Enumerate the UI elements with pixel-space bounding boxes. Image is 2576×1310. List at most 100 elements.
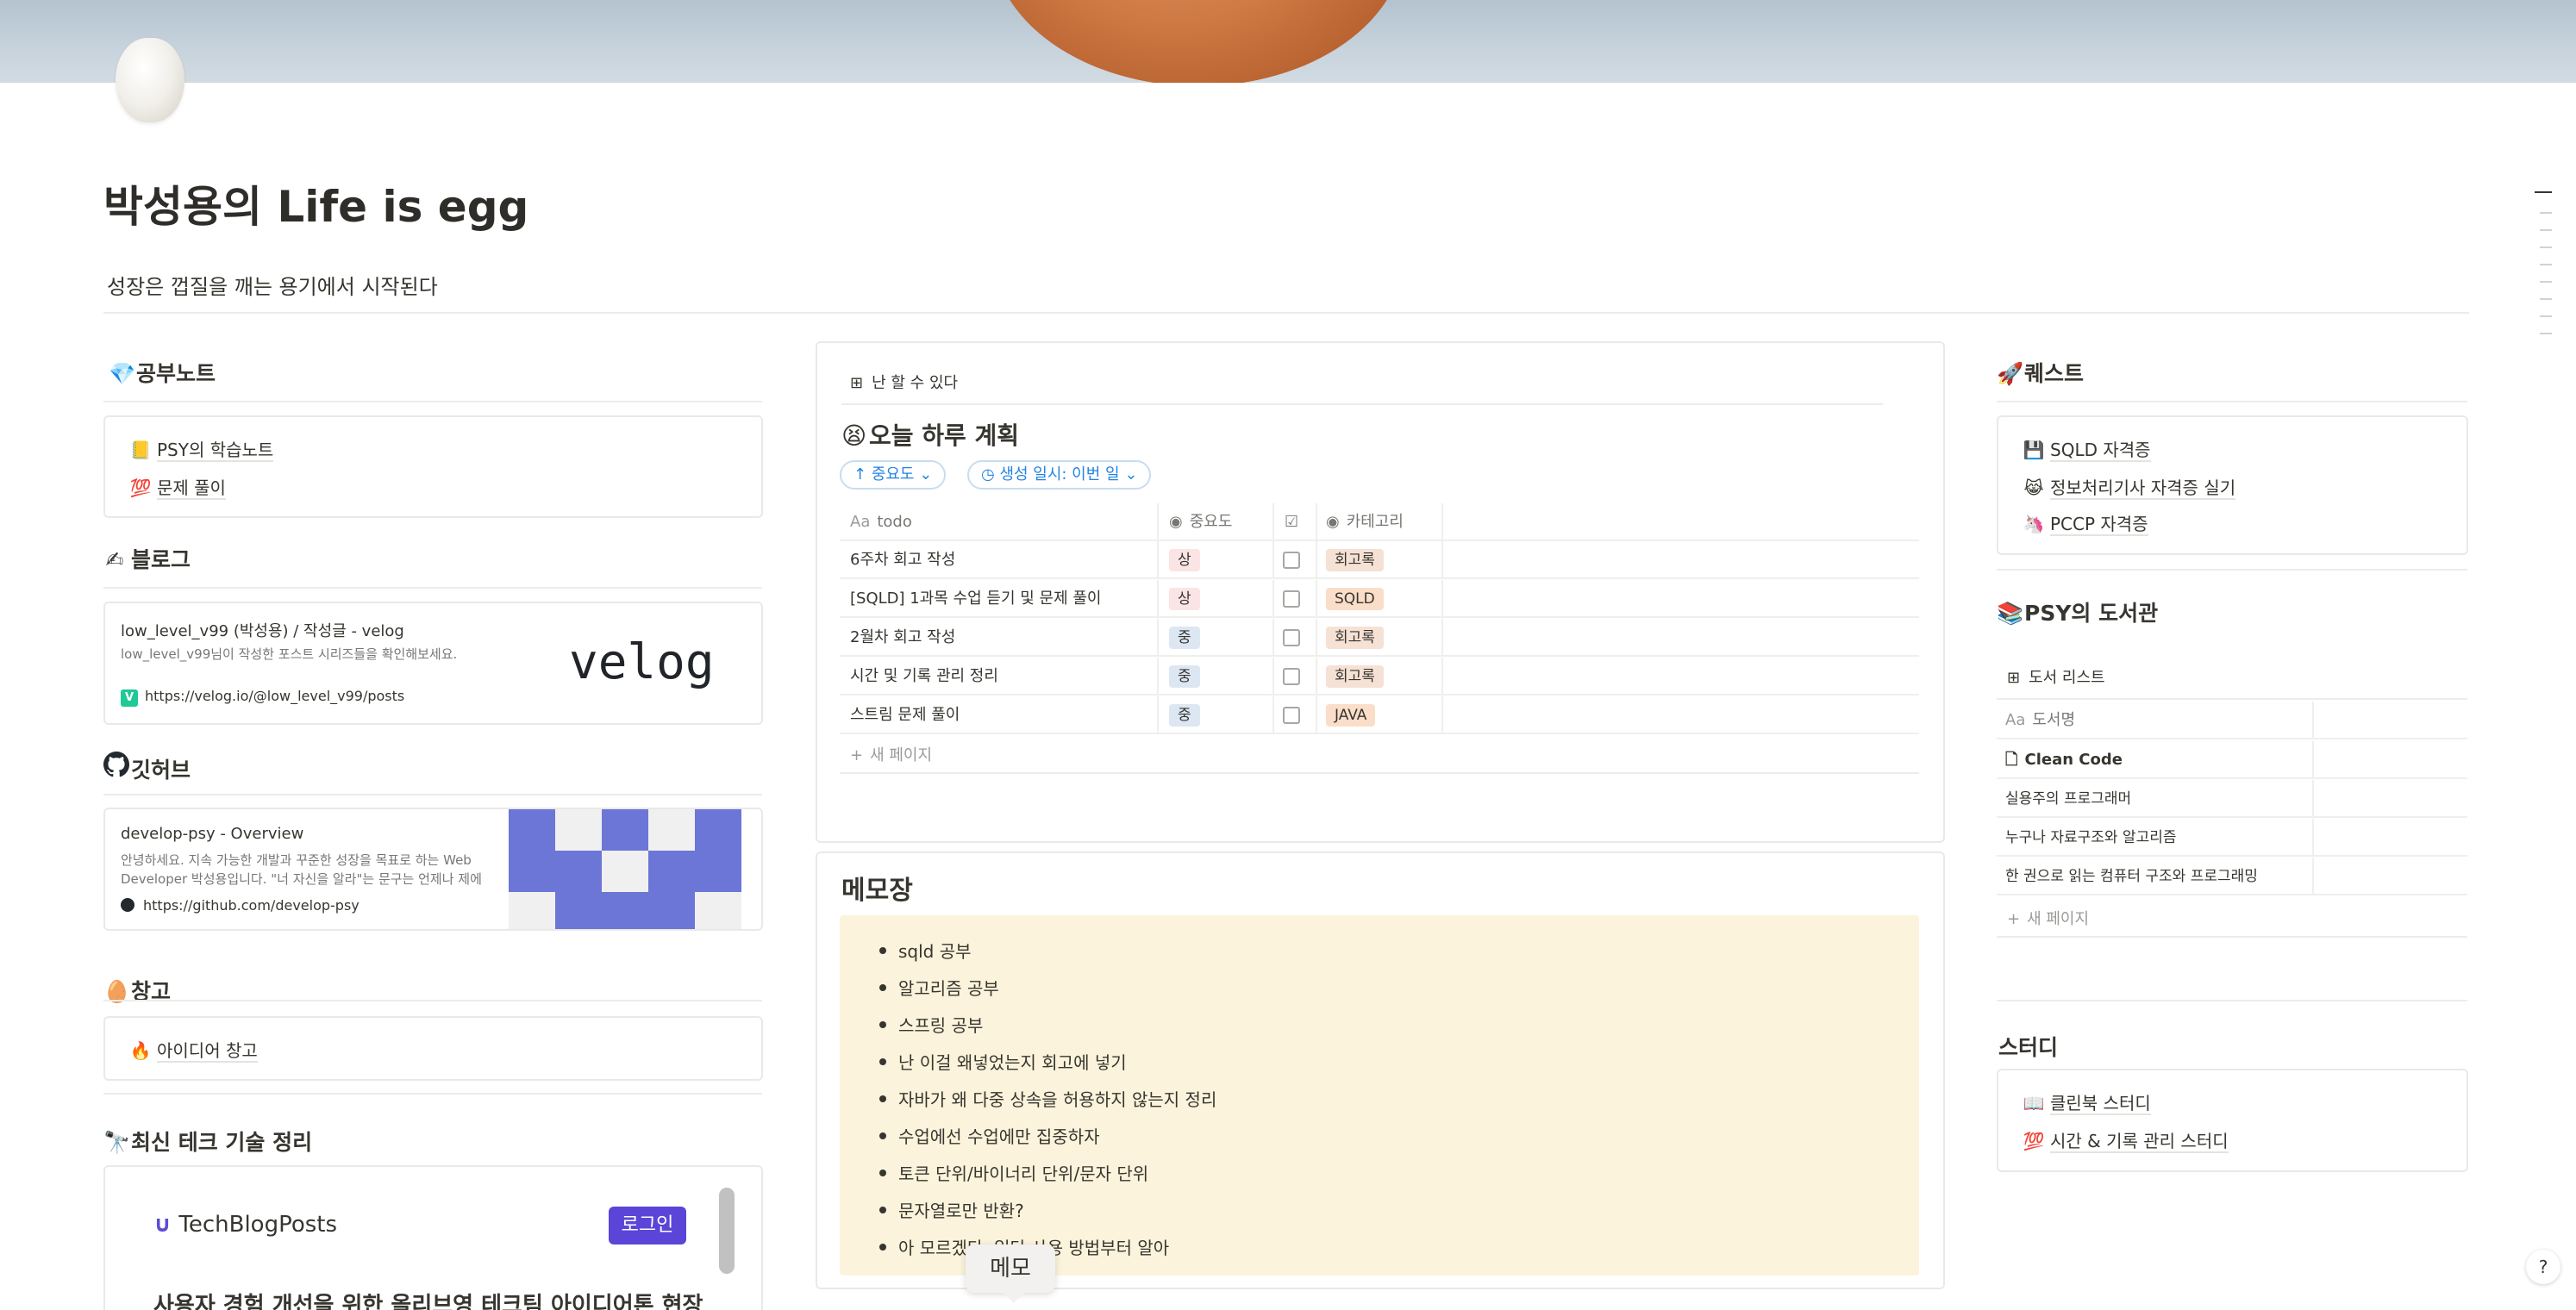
github-card-url: https://github.com/develop-psy [121, 897, 360, 914]
col-todo[interactable]: Aa todo [850, 503, 912, 541]
tech-article-title[interactable]: 사용자 경험 개선을 위한 올리브영 테크팀 아이디어톤 현장 [153, 1288, 703, 1310]
toc-marker-active[interactable] [2535, 191, 2552, 193]
category-cell[interactable]: 회고록 [1326, 619, 1384, 657]
plan-header-row: Aa todo ◉ 중요도 ☑ ◉ 카테고리 [840, 503, 1919, 541]
done-checkbox[interactable] [1283, 668, 1300, 685]
plan-view-tab[interactable]: ⊞ 난 할 수 있다 [850, 371, 958, 393]
study-divider [103, 401, 762, 402]
book-name-cell[interactable]: 🗋 Clean Code [2005, 741, 2123, 779]
study-item-notes[interactable]: 📒 PSY의 학습노트 [129, 436, 274, 462]
todo-cell[interactable]: 스트림 문제 풀이 [850, 696, 960, 734]
hundred-icon: 💯 [2023, 1131, 2045, 1151]
priority-cell[interactable]: 중 [1169, 696, 1200, 734]
library-view-divider [1997, 698, 2467, 700]
studygroup-item-cleanbook[interactable]: 📖 클린북 스터디 [2023, 1089, 2151, 1115]
col-category[interactable]: ◉ 카테고리 [1326, 503, 1404, 541]
page-subtitle[interactable]: 성장은 껍질을 깨는 용기에서 시작된다 [107, 270, 438, 300]
memo-item[interactable]: 알고리즘 공부 [879, 975, 999, 1000]
table-row[interactable]: 한 권으로 읽는 컴퓨터 구조와 프로그래밍 [1997, 858, 2467, 895]
memo-item[interactable]: 난 이걸 왜넣었는지 회고에 넣기 [879, 1049, 1127, 1074]
col-done[interactable]: ☑ [1285, 503, 1298, 541]
toc-marker[interactable] [2540, 246, 2552, 248]
done-checkbox[interactable] [1283, 707, 1300, 724]
quest-item-pccp[interactable]: 🦄 PCCP 자격증 [2023, 510, 2148, 536]
quest-item-engineer[interactable]: 😹 정보처리기사 자격증 실기 [2023, 474, 2236, 500]
category-cell[interactable]: JAVA [1326, 696, 1376, 734]
table-row[interactable]: 2월차 회고 작성 중 회고록 [840, 619, 1919, 657]
category-cell[interactable]: 회고록 [1326, 541, 1384, 579]
login-button[interactable]: 로그인 [609, 1207, 686, 1244]
library-header-row: Aa 도서명 [1997, 702, 2467, 739]
velog-bookmark-card[interactable]: low_level_v99 (박성용) / 작성글 - velog low_le… [103, 602, 763, 725]
todo-cell[interactable]: 2월차 회고 작성 [850, 619, 955, 657]
priority-cell[interactable]: 상 [1169, 580, 1200, 618]
table-row[interactable]: 6주차 회고 작성 상 회고록 [840, 541, 1919, 579]
priority-cell[interactable]: 중 [1169, 658, 1200, 696]
table-row[interactable]: 🗋 Clean Code [1997, 741, 2467, 779]
quest-heading: 🚀퀘스트 [1997, 361, 2085, 386]
table-row[interactable]: 스트림 문제 풀이 중 JAVA [840, 696, 1919, 734]
library-new-page[interactable]: + 새 페이지 [2007, 907, 2089, 929]
toc-marker[interactable] [2540, 212, 2552, 214]
book-name-cell[interactable]: 누구나 자료구조와 알고리즘 [2005, 819, 2177, 857]
quest-item-sqld[interactable]: 💾 SQLD 자격증 [2023, 436, 2151, 462]
page-title[interactable]: 박성용의 Life is egg [103, 172, 528, 234]
toc-marker[interactable] [2540, 229, 2552, 231]
plan-new-page[interactable]: + 새 페이지 [850, 743, 932, 765]
col-priority[interactable]: ◉ 중요도 [1169, 503, 1232, 541]
library-view-tab[interactable]: ⊞ 도서 리스트 [2007, 665, 2105, 688]
todo-cell[interactable]: 시간 및 기록 관리 정리 [850, 658, 998, 696]
github-heading: 깃허브 [103, 752, 191, 784]
arrow-up-icon: ↑ [853, 465, 872, 483]
storage-bottom-divider [103, 1093, 762, 1095]
toc-marker[interactable] [2540, 333, 2552, 334]
memo-item[interactable]: 자바가 왜 다중 상속을 허용하지 않는지 정리 [878, 1086, 1216, 1111]
todo-cell[interactable]: [SQLD] 1과목 수업 듣기 및 문제 풀이 [850, 580, 1101, 618]
memo-item[interactable]: 토큰 단위/바이너리 단위/문자 단위 [878, 1160, 1148, 1185]
category-cell[interactable]: SQLD [1326, 580, 1384, 618]
toc-marker[interactable] [2540, 264, 2552, 265]
egg-image [991, 0, 1405, 83]
page-egg-icon[interactable] [116, 38, 184, 122]
priority-cell[interactable]: 상 [1169, 541, 1200, 579]
memo-item[interactable]: 수업에선 수업에만 집중하자 [879, 1123, 1100, 1148]
table-row[interactable]: 실용주의 프로그래머 [1997, 780, 2467, 818]
memo-item[interactable]: 문자열로만 반환? [879, 1197, 1024, 1222]
techblog-logo: ∪ TechBlogPosts [153, 1212, 338, 1238]
filter-priority[interactable]: ↑ 중요도 ⌄ [840, 460, 947, 490]
hundred-icon: 💯 [129, 477, 152, 498]
table-row[interactable]: [SQLD] 1과목 수업 듣기 및 문제 풀이 상 SQLD [840, 580, 1919, 618]
category-cell[interactable]: 회고록 [1326, 658, 1384, 696]
book-name-cell[interactable]: 실용주의 프로그래머 [2005, 780, 2131, 818]
todo-cell[interactable]: 6주차 회고 작성 [850, 541, 955, 579]
toc-marker[interactable] [2540, 281, 2552, 283]
storage-item-ideas[interactable]: 🔥 아이디어 창고 [129, 1037, 258, 1063]
filter-created[interactable]: ◷ 생성 일시: 이번 일 ⌄ [967, 460, 1152, 490]
done-checkbox[interactable] [1283, 552, 1300, 569]
col-book-name[interactable]: Aa 도서명 [2005, 702, 2075, 739]
tech-embed[interactable]: ∪ TechBlogPosts 로그인 사용자 경험 개선을 위한 올리브영 테… [103, 1165, 763, 1310]
studygroup-item-time[interactable]: 💯 시간 & 기록 관리 스터디 [2023, 1127, 2229, 1153]
study-item-problems[interactable]: 💯 문제 풀이 [129, 474, 226, 500]
table-row[interactable]: 시간 및 기록 관리 정리 중 회고록 [840, 658, 1919, 696]
book-name-cell[interactable]: 한 권으로 읽는 컴퓨터 구조와 프로그래밍 [2005, 858, 2258, 895]
help-button[interactable]: ? [2526, 1250, 2560, 1284]
priority-cell[interactable]: 중 [1169, 619, 1200, 657]
toc-marker[interactable] [2540, 315, 2552, 317]
done-checkbox[interactable] [1283, 629, 1300, 646]
tech-scrollbar[interactable] [719, 1188, 735, 1274]
cover-image[interactable] [0, 0, 2576, 83]
github-bookmark-card[interactable]: develop-psy - Overview 안녕하세요. 지속 가능한 개발과… [103, 808, 763, 931]
quest-divider [1997, 401, 2467, 402]
github-card-desc: 안녕하세요. 지속 가능한 개발과 꾸준한 성장을 목표로 하는 Web Dev… [121, 852, 482, 887]
memo-item[interactable]: sqld 공부 [879, 938, 972, 963]
page-icon: 🗋 [2005, 751, 2018, 769]
table-row[interactable]: 누구나 자료구조와 알고리즘 [1997, 819, 2467, 857]
plan-title[interactable]: 😫오늘 하루 계획 [841, 417, 1019, 452]
github-icon [103, 752, 130, 783]
done-checkbox[interactable] [1283, 590, 1300, 608]
memo-item[interactable]: 스프링 공부 [878, 1012, 983, 1037]
plan-bottom-divider [840, 772, 1919, 774]
memo-heading[interactable]: 메모장 [841, 869, 913, 907]
toc-marker[interactable] [2540, 298, 2552, 300]
